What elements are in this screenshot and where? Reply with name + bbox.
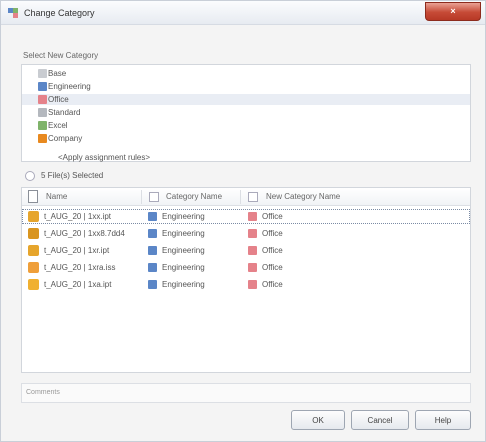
apply-assignment-rules-item[interactable]: <Apply assignment rules>: [58, 153, 150, 162]
file-name: t_AUG_20 | 1xra.iss: [44, 263, 116, 272]
office-category-icon: [248, 229, 257, 238]
category-swatch-icon: [38, 95, 47, 104]
category-swatch-icon: [38, 108, 47, 117]
file-name: t_AUG_20 | 1xr.ipt: [44, 246, 110, 255]
category-label: Company: [48, 134, 83, 143]
new-category-name-checkbox[interactable]: [248, 192, 258, 202]
file-name: t_AUG_20 | 1xx8.7dd4: [44, 229, 125, 238]
files-grid: Name Category Name New Category Name t_A…: [21, 187, 471, 373]
category-name-cell: Engineering: [162, 246, 205, 255]
table-row[interactable]: t_AUG_20 | 1xa.ipt Engineering Office: [22, 277, 470, 292]
engineering-category-icon: [148, 229, 157, 238]
office-category-icon: [248, 246, 257, 255]
column-header-category-name[interactable]: Category Name: [166, 192, 222, 201]
category-label: Engineering: [48, 82, 91, 91]
collapse-icon[interactable]: [25, 171, 35, 181]
category-swatch-icon: [38, 69, 47, 78]
category-name-cell: Engineering: [162, 263, 205, 272]
document-icon: [28, 190, 38, 203]
category-item-engineering[interactable]: Engineering: [22, 81, 470, 92]
engineering-category-icon: [148, 212, 157, 221]
table-row[interactable]: t_AUG_20 | 1xr.ipt Engineering Office: [22, 243, 470, 258]
new-category-name-cell: Office: [262, 280, 283, 289]
category-label: Base: [48, 69, 67, 78]
column-header-name[interactable]: Name: [46, 192, 67, 201]
ok-button[interactable]: OK: [291, 410, 345, 430]
engineering-category-icon: [148, 280, 157, 289]
files-count-label: 5 File(s) Selected: [41, 171, 104, 180]
office-category-icon: [248, 212, 257, 221]
category-label: Excel: [48, 121, 68, 130]
new-category-name-cell: Office: [262, 246, 283, 255]
category-name-cell: Engineering: [162, 212, 205, 221]
office-category-icon: [248, 263, 257, 272]
column-divider[interactable]: [240, 190, 241, 204]
column-divider[interactable]: [141, 190, 142, 204]
category-name-cell: Engineering: [162, 280, 205, 289]
table-row[interactable]: t_AUG_20 | 1xra.iss Engineering Office: [22, 260, 470, 275]
category-icon: [8, 8, 18, 18]
category-item-company[interactable]: Company: [22, 133, 470, 144]
table-row[interactable]: t_AUG_20 | 1xx8.7dd4 Engineering Office: [22, 226, 470, 241]
change-category-dialog: Change Category × Select New Category Ba…: [0, 0, 486, 442]
category-item-base[interactable]: Base: [22, 68, 470, 79]
file-name: t_AUG_20 | 1xa.ipt: [44, 280, 112, 289]
files-selected-header: 5 File(s) Selected: [21, 169, 471, 183]
part-file-icon: [28, 245, 39, 256]
table-row[interactable]: t_AUG_20 | 1xx.ipt Engineering Office: [22, 209, 470, 224]
grid-header: Name Category Name New Category Name: [22, 188, 470, 206]
category-item-office[interactable]: Office: [22, 94, 470, 105]
comments-field[interactable]: Comments: [21, 383, 471, 403]
engineering-category-icon: [148, 263, 157, 272]
part-file-icon: [28, 211, 39, 222]
category-label: Office: [48, 95, 69, 104]
category-name-checkbox[interactable]: [149, 192, 159, 202]
window-title: Change Category: [24, 8, 95, 18]
part-file-icon: [28, 279, 39, 290]
new-category-name-cell: Office: [262, 212, 283, 221]
cancel-button[interactable]: Cancel: [351, 410, 409, 430]
help-button[interactable]: Help: [415, 410, 471, 430]
file-name: t_AUG_20 | 1xx.ipt: [44, 212, 111, 221]
category-name-cell: Engineering: [162, 229, 205, 238]
category-swatch-icon: [38, 121, 47, 130]
drawing-file-icon: [28, 228, 39, 239]
category-label: Standard: [48, 108, 81, 117]
comments-label: Comments: [26, 389, 60, 396]
category-swatch-icon: [38, 82, 47, 91]
close-button[interactable]: ×: [425, 2, 481, 21]
new-category-name-cell: Office: [262, 263, 283, 272]
title-bar: Change Category ×: [1, 1, 485, 25]
select-category-label: Select New Category: [23, 51, 99, 60]
office-category-icon: [248, 280, 257, 289]
assembly-file-icon: [28, 262, 39, 273]
column-header-new-category-name[interactable]: New Category Name: [266, 192, 340, 201]
category-list: Base Engineering Office Standard Excel C…: [21, 64, 471, 162]
new-category-name-cell: Office: [262, 229, 283, 238]
category-swatch-icon: [38, 134, 47, 143]
category-item-excel[interactable]: Excel: [22, 120, 470, 131]
category-item-standard[interactable]: Standard: [22, 107, 470, 118]
engineering-category-icon: [148, 246, 157, 255]
